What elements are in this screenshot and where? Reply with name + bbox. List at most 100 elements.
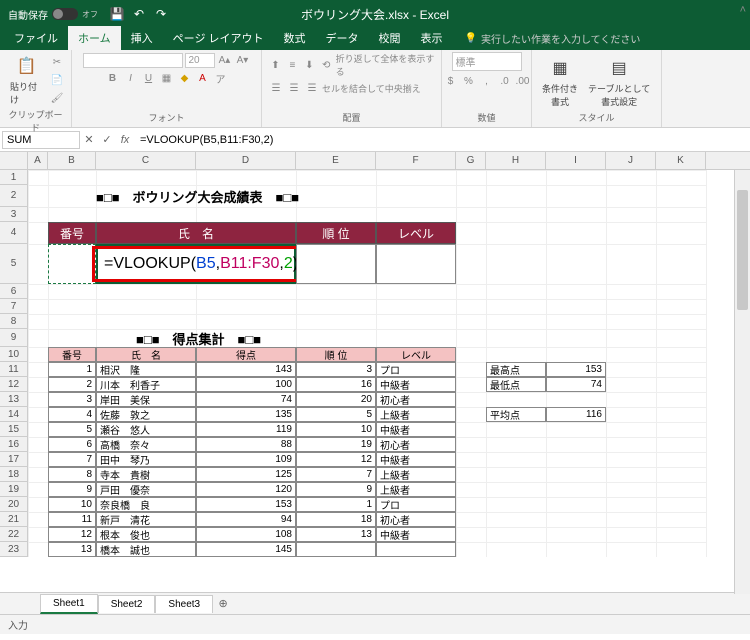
bulb-icon: 💡 [465,33,477,44]
row-3[interactable]: 3 [0,207,28,222]
cut-icon[interactable]: ✂ [49,54,65,70]
copy-icon[interactable]: 📄 [49,72,65,88]
comma-icon[interactable]: , [479,73,495,89]
column-headers[interactable]: ABCDEFGHIJK [28,152,750,170]
autosave-toggle[interactable]: 自動保存 オフ [8,7,98,22]
scroll-thumb[interactable] [737,190,748,310]
align-left-icon[interactable]: ☰ [268,80,284,96]
wrap-button[interactable]: 折り返して全体を表示する [336,52,435,78]
cancel-icon[interactable]: ✕ [80,133,98,146]
col-H[interactable]: H [486,152,546,169]
shrink-font-icon[interactable]: A▾ [235,52,251,68]
tell-me[interactable]: 💡実行したい作業を入力してください [459,27,647,50]
phonetic-icon[interactable]: ア [213,70,229,86]
row-9[interactable]: 9 [0,329,28,347]
col-B[interactable]: B [48,152,96,169]
col-F[interactable]: F [376,152,456,169]
tab-insert[interactable]: 挿入 [121,26,163,50]
font-size-combo[interactable]: 20 [185,53,215,68]
inc-decimal-icon[interactable]: .0 [497,73,513,89]
sheet-tab-2[interactable]: Sheet2 [98,595,156,613]
underline-button[interactable]: U [141,70,157,86]
row-16[interactable]: 16 [0,437,28,452]
group-align: 配置 [268,111,435,125]
conditional-format-button[interactable]: ▦条件付き 書式 [538,54,582,110]
row-10[interactable]: 10 [0,347,28,362]
col-A[interactable]: A [28,152,48,169]
row-15[interactable]: 15 [0,422,28,437]
collapse-ribbon-icon[interactable]: ˄ [740,4,746,16]
percent-icon[interactable]: % [461,73,477,89]
format-painter-icon[interactable]: 🖌 [49,90,65,106]
tab-page-layout[interactable]: ページ レイアウト [163,26,274,50]
col-I[interactable]: I [546,152,606,169]
col-D[interactable]: D [196,152,296,169]
row-8[interactable]: 8 [0,314,28,329]
save-icon[interactable]: 💾 [110,7,124,21]
tab-file[interactable]: ファイル [4,26,68,50]
new-sheet-button[interactable]: ⊕ [213,597,233,610]
undo-icon[interactable]: ↶ [132,7,146,21]
format-table-button[interactable]: ▤テーブルとして 書式設定 [584,54,654,110]
orientation-icon[interactable]: ⟲ [319,57,334,73]
align-top-icon[interactable]: ⬆ [268,57,283,73]
row-4[interactable]: 4 [0,222,28,244]
row-14[interactable]: 14 [0,407,28,422]
font-family-combo[interactable] [83,53,183,68]
tab-formulas[interactable]: 数式 [274,26,316,50]
tab-view[interactable]: 表示 [411,26,453,50]
currency-icon[interactable]: $ [443,73,459,89]
col-C[interactable]: C [96,152,196,169]
font-color-icon[interactable]: A [195,70,211,86]
row-12[interactable]: 12 [0,377,28,392]
fill-color-icon[interactable]: ◆ [177,70,193,86]
vertical-scrollbar[interactable] [734,170,750,594]
grow-font-icon[interactable]: A▴ [217,52,233,68]
row-20[interactable]: 20 [0,497,28,512]
align-bot-icon[interactable]: ⬇ [302,57,317,73]
hdr2-level: レベル [376,347,456,362]
align-center-icon[interactable]: ☰ [286,80,302,96]
sheet-tab-3[interactable]: Sheet3 [155,595,213,613]
col-G[interactable]: G [456,152,486,169]
col-J[interactable]: J [606,152,656,169]
align-right-icon[interactable]: ☰ [304,80,320,96]
row-6[interactable]: 6 [0,284,28,299]
tab-data[interactable]: データ [316,26,369,50]
worksheet[interactable]: ABCDEFGHIJK 1234567891011121314151617181… [0,152,750,592]
row-17[interactable]: 17 [0,452,28,467]
select-all-button[interactable] [0,152,28,170]
number-format-combo[interactable]: 標準 [452,52,522,71]
sheet-tab-1[interactable]: Sheet1 [40,594,98,614]
row-5[interactable]: 5 [0,244,28,284]
row-22[interactable]: 22 [0,527,28,542]
tab-home[interactable]: ホーム [68,26,121,50]
dec-decimal-icon[interactable]: .00 [515,73,531,89]
cell-rank-22: 13 [296,527,376,542]
formula-input[interactable]: =VLOOKUP(B5,B11:F30,2) [134,132,750,148]
paste-button[interactable]: 📋貼り付け [6,52,47,108]
clipboard-icon: 📋 [15,54,39,78]
tab-review[interactable]: 校閲 [369,26,411,50]
fx-icon[interactable]: fx [116,134,134,146]
row-23[interactable]: 23 [0,542,28,557]
col-E[interactable]: E [296,152,376,169]
enter-icon[interactable]: ✓ [98,133,116,146]
row-headers[interactable]: 1234567891011121314151617181920212223 [0,170,28,557]
row-18[interactable]: 18 [0,467,28,482]
col-K[interactable]: K [656,152,706,169]
merge-button[interactable]: セルを結合して中央揃え [322,82,421,95]
row-1[interactable]: 1 [0,170,28,185]
italic-button[interactable]: I [123,70,139,86]
border-icon[interactable]: ▦ [159,70,175,86]
row-21[interactable]: 21 [0,512,28,527]
toggle-icon[interactable] [52,8,78,20]
row-13[interactable]: 13 [0,392,28,407]
row-19[interactable]: 19 [0,482,28,497]
row-7[interactable]: 7 [0,299,28,314]
row-11[interactable]: 11 [0,362,28,377]
align-mid-icon[interactable]: ≡ [285,57,300,73]
bold-button[interactable]: B [105,70,121,86]
redo-icon[interactable]: ↷ [154,7,168,21]
row-2[interactable]: 2 [0,185,28,207]
